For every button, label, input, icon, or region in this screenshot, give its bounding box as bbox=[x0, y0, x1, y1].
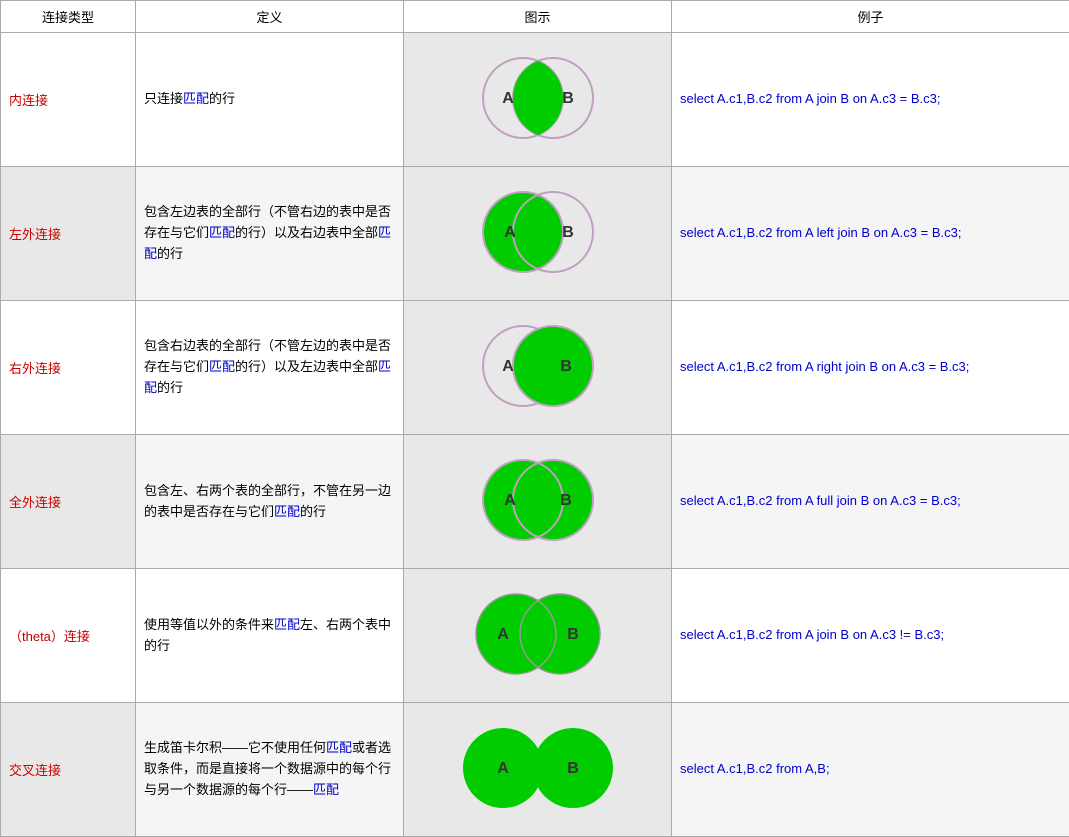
row-example-2: select A.c1,B.c2 from A right join B on … bbox=[672, 301, 1069, 435]
svg-text:A: A bbox=[497, 760, 509, 777]
row-def-4: 使用等值以外的条件来匹配左、右两个表中的行 bbox=[136, 569, 404, 703]
svg-text:B: B bbox=[567, 760, 579, 777]
row-example-0: select A.c1,B.c2 from A join B on A.c3 =… bbox=[672, 33, 1069, 167]
row-def-5: 生成笛卡尔积——它不使用任何匹配或者选取条件，而是直接将一个数据源中的每个行与另… bbox=[136, 703, 404, 837]
row-def-0: 只连接匹配的行 bbox=[136, 33, 404, 167]
row-example-4: select A.c1,B.c2 from A join B on A.c3 !… bbox=[672, 569, 1069, 703]
svg-text:A: A bbox=[504, 492, 516, 509]
header-example: 例子 bbox=[672, 1, 1069, 33]
row-example-5: select A.c1,B.c2 from A,B; bbox=[672, 703, 1069, 837]
row-def-2: 包含右边表的全部行（不管左边的表中是否存在与它们匹配的行）以及左边表中全部匹配的… bbox=[136, 301, 404, 435]
header-type: 连接类型 bbox=[1, 1, 136, 33]
row-diagram-1: A B bbox=[404, 167, 672, 301]
row-type-0: 内连接 bbox=[1, 33, 136, 167]
svg-text:A: A bbox=[497, 626, 509, 643]
row-diagram-0: A B bbox=[404, 33, 672, 167]
row-def-1: 包含左边表的全部行（不管右边的表中是否存在与它们匹配的行）以及右边表中全部匹配的… bbox=[136, 167, 404, 301]
svg-text:B: B bbox=[562, 90, 574, 107]
row-example-3: select A.c1,B.c2 from A full join B on A… bbox=[672, 435, 1069, 569]
row-diagram-2: A B bbox=[404, 301, 672, 435]
row-example-1: select A.c1,B.c2 from A left join B on A… bbox=[672, 167, 1069, 301]
svg-text:A: A bbox=[504, 224, 516, 241]
row-diagram-5: A B bbox=[404, 703, 672, 837]
row-diagram-3: A B bbox=[404, 435, 672, 569]
row-type-3: 全外连接 bbox=[1, 435, 136, 569]
row-type-2: 右外连接 bbox=[1, 301, 136, 435]
row-type-5: 交叉连接 bbox=[1, 703, 136, 837]
row-def-3: 包含左、右两个表的全部行，不管在另一边的表中是否存在与它们匹配的行 bbox=[136, 435, 404, 569]
svg-text:B: B bbox=[560, 358, 572, 375]
row-type-4: （theta）连接 bbox=[1, 569, 136, 703]
header-def: 定义 bbox=[136, 1, 404, 33]
svg-text:B: B bbox=[562, 224, 574, 241]
svg-text:B: B bbox=[567, 626, 579, 643]
row-diagram-4: A B bbox=[404, 569, 672, 703]
svg-text:A: A bbox=[502, 90, 514, 107]
header-diagram: 图示 bbox=[404, 1, 672, 33]
row-type-1: 左外连接 bbox=[1, 167, 136, 301]
svg-text:B: B bbox=[560, 492, 572, 509]
svg-text:A: A bbox=[502, 358, 514, 375]
